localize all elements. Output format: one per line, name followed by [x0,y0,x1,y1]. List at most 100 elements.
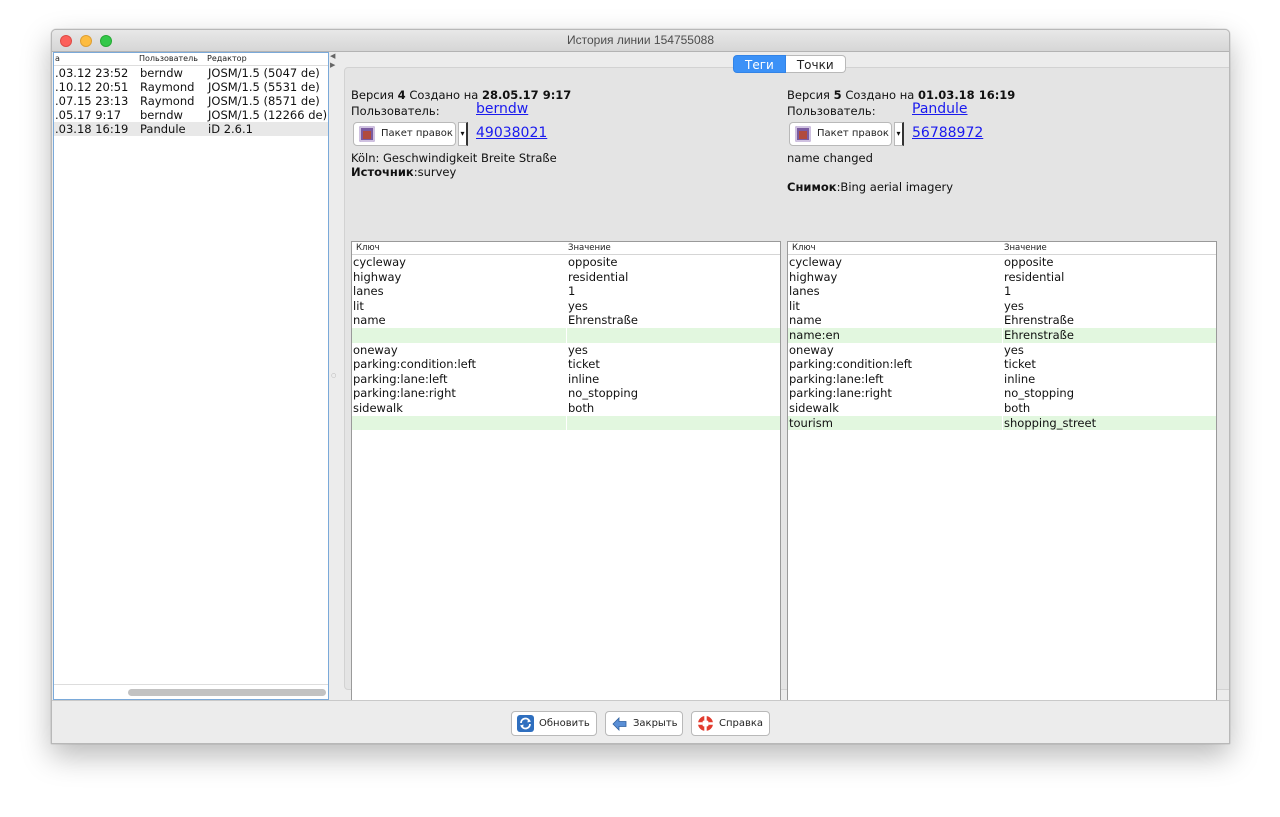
tag-row[interactable]: oneway yes [788,343,1216,358]
refresh-button[interactable]: Обновить [511,711,597,736]
history-date: .03.18 16:19 [55,122,129,136]
history-list[interactable]: а Пользователь Редактор .03.12 23:52 bern… [53,52,329,700]
column-date[interactable]: а [55,54,60,63]
tag-row[interactable]: name Ehrenstraße [352,313,780,328]
tag-key: lit [789,298,800,313]
left-changeset-link[interactable]: 49038021 [476,125,547,141]
tag-value: 1 [1004,284,1012,299]
column-user[interactable]: Пользователь [139,54,198,63]
value-column-header[interactable]: Значение [1004,243,1047,253]
tag-key: name [789,313,822,328]
tab-tags[interactable]: Теги [733,55,786,73]
tag-value: both [568,401,595,415]
cell-divider [566,328,567,343]
tag-row[interactable]: parking:lane:right no_stopping [352,386,780,401]
history-row[interactable]: .07.15 23:13 Raymond JOSM/1.5 (8571 de) [54,94,328,108]
window-title: История линии 154755088 [566,33,714,47]
left-changeset-dropdown[interactable]: ▾ [458,122,468,146]
help-button[interactable]: Справка [691,711,770,736]
tag-key: name [353,313,386,328]
tag-value: yes [568,342,588,357]
horizontal-scrollbar[interactable] [128,689,326,696]
right-comment: name changed [787,151,873,165]
history-editor: iD 2.6.1 [208,122,253,136]
close-button[interactable]: Закрыть [605,711,683,736]
history-list-header: а Пользователь Редактор [54,53,328,66]
comparison-panel: Версия 4 Создано на 28.05.17 9:17 Пользо… [344,67,1229,722]
left-tag-table[interactable]: Ключ Значение cycleway opposite highway res… [351,241,781,722]
splitter-grip-icon: ○ [331,372,337,379]
tag-key: cycleway [353,255,406,269]
tag-row[interactable]: lanes 1 [352,284,780,299]
tag-row[interactable]: cycleway opposite [788,255,1216,270]
history-user: Raymond [140,80,195,94]
tag-row[interactable]: lanes 1 [788,284,1216,299]
tag-row[interactable]: cycleway opposite [352,255,780,270]
tag-key: parking:lane:right [789,386,892,401]
tag-row[interactable]: oneway yes [352,343,780,358]
tag-value: opposite [568,255,618,269]
split-pane-divider[interactable]: ◀ ▶ ○ [329,52,339,698]
left-changeset-button[interactable]: Пакет правок [353,122,456,146]
tag-row[interactable]: name:en Ehrenstraße [788,328,1216,343]
tag-row[interactable]: tourism shopping_street [788,415,1216,431]
key-column-header[interactable]: Ключ [792,243,816,253]
tag-row[interactable]: highway residential [352,270,780,285]
tag-row[interactable]: parking:condition:left ticket [788,357,1216,372]
column-editor[interactable]: Редактор [207,54,247,63]
changeset-icon [359,126,375,142]
left-user-link[interactable]: berndw [476,101,528,117]
tag-row[interactable] [352,415,780,431]
tag-key: parking:lane:left [789,371,884,386]
history-date: .05.17 9:17 [55,108,122,122]
value-column-header[interactable]: Значение [568,243,611,253]
tag-value: residential [1004,269,1065,284]
history-editor: JOSM/1.5 (12266 de) [208,108,328,122]
history-window: История линии 154755088 а Пользователь Р… [51,29,1230,744]
tag-key: highway [789,269,838,284]
history-row[interactable]: .03.12 23:52 berndw JOSM/1.5 (5047 de) [54,66,328,80]
expand-right-arrow-icon[interactable]: ▶ [330,61,335,69]
right-changeset-dropdown[interactable]: ▾ [894,122,904,146]
tag-key: tourism [789,415,833,430]
tag-key: sidewalk [353,401,403,415]
key-column-header[interactable]: Ключ [356,243,380,253]
history-row[interactable]: .05.17 9:17 berndw JOSM/1.5 (12266 de) [54,108,328,122]
right-tag-table[interactable]: Ключ Значение cycleway opposite highway res… [787,241,1217,722]
tag-key: parking:lane:right [353,386,456,401]
right-user-link[interactable]: Pandule [912,101,968,117]
tag-value: 1 [568,284,576,299]
tag-row[interactable]: parking:condition:left ticket [352,357,780,372]
tag-key: parking:condition:left [353,357,477,372]
tag-row[interactable]: lit yes [352,299,780,314]
tag-key: lanes [789,284,820,299]
tag-value: Ehrenstraße [1004,313,1074,328]
tag-key: cycleway [789,255,842,269]
collapse-left-arrow-icon[interactable]: ◀ [330,52,335,60]
tag-row[interactable]: highway residential [788,270,1216,285]
changeset-icon [795,126,811,142]
tag-row[interactable]: sidewalk both [352,401,780,416]
list-divider [54,684,328,685]
tag-row[interactable]: parking:lane:right no_stopping [788,386,1216,401]
history-editor: JOSM/1.5 (5531 de) [208,80,320,94]
tag-row[interactable] [352,328,780,343]
tag-key: oneway [353,342,398,357]
history-row[interactable]: .10.12 20:51 Raymond JOSM/1.5 (5531 de) [54,80,328,94]
bottom-button-bar: Обновить Закрыть Справка [52,700,1229,743]
tag-row[interactable]: parking:lane:left inline [352,372,780,387]
tag-key: oneway [789,342,834,357]
tab-nodes[interactable]: Точки [785,55,846,73]
left-version-line: Версия 4 Создано на 28.05.17 9:17 [351,88,572,102]
tag-row[interactable]: parking:lane:left inline [788,372,1216,387]
tag-value: shopping_street [1004,415,1097,430]
tag-key: parking:condition:left [789,357,913,372]
right-changeset-link[interactable]: 56788972 [912,125,983,141]
tag-row[interactable]: lit yes [788,299,1216,314]
tag-value: residential [568,269,629,284]
right-changeset-button[interactable]: Пакет правок [789,122,892,146]
history-row[interactable]: .03.18 16:19 Pandule iD 2.6.1 [54,122,328,136]
right-user-line: Пользователь: [787,104,876,118]
tag-row[interactable]: sidewalk both [788,401,1216,416]
tag-row[interactable]: name Ehrenstraße [788,313,1216,328]
